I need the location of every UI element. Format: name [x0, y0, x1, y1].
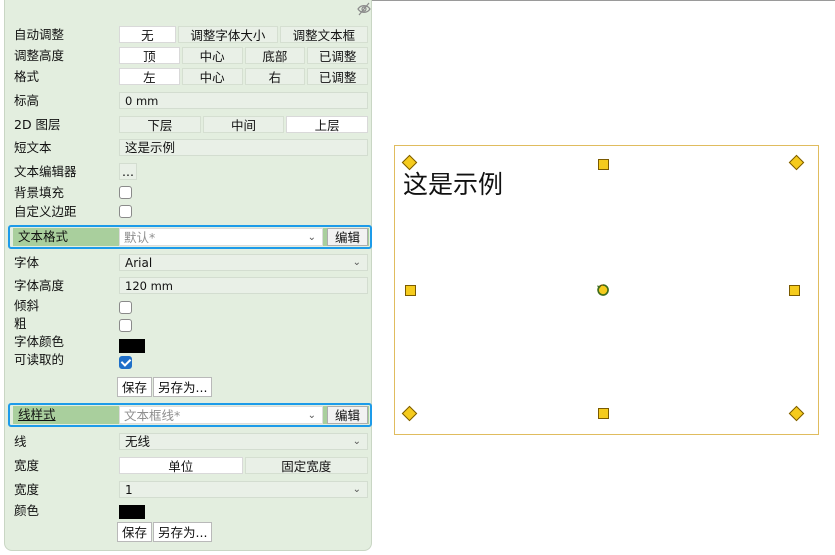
adjust-height-label: 调整高度 — [14, 48, 65, 63]
custom-margin-checkbox[interactable] — [119, 205, 132, 218]
adjust-height-center[interactable]: 中心 — [181, 47, 243, 64]
layer-2d-label: 2D 图层 — [14, 117, 61, 132]
italic-row: 倾斜 — [9, 297, 369, 315]
top-divider — [372, 0, 835, 1]
width-mode-row: 宽度 单位 固定宽度 — [9, 457, 369, 475]
background-fill-label: 背景填充 — [14, 185, 65, 200]
elevation-label: 标高 — [14, 93, 40, 108]
line-style-highlight — [8, 403, 372, 427]
line-row: 线 无线 ⌄ — [9, 433, 369, 451]
width-mode-label: 宽度 — [14, 458, 40, 473]
layer-2d-lower[interactable]: 下层 — [119, 116, 201, 133]
line-dropdown[interactable]: 无线 ⌄ — [119, 433, 368, 450]
font-color-row: 字体颜色 — [9, 333, 369, 353]
layer-2d-upper[interactable]: 上层 — [286, 116, 369, 133]
width-label: 宽度 — [14, 482, 40, 497]
edge-handle-left[interactable] — [405, 285, 416, 296]
format-row: 格式 左 中心 右 已调整 — [9, 68, 369, 86]
width-value: 1 — [125, 483, 133, 497]
font-height-label: 字体高度 — [14, 278, 65, 293]
width-mode-unit[interactable]: 单位 — [119, 457, 243, 474]
auto-adjust-options: 无 调整字体大小 调整文本框 — [119, 26, 369, 43]
text-editor-row: 文本编辑器 ... — [9, 163, 369, 181]
custom-margin-label: 自定义边距 — [14, 204, 77, 219]
short-text-row: 短文本 这是示例 — [9, 139, 369, 157]
format-left[interactable]: 左 — [119, 68, 180, 85]
layer-2d-options: 下层 中间 上层 — [119, 116, 369, 133]
format-center[interactable]: 中心 — [181, 68, 243, 85]
format-justified[interactable]: 已调整 — [307, 68, 368, 85]
line-value: 无线 — [125, 434, 151, 449]
font-color-label: 字体颜色 — [14, 334, 65, 349]
layer-2d-row: 2D 图层 下层 中间 上层 — [9, 116, 369, 134]
auto-adjust-font-size[interactable]: 调整字体大小 — [177, 26, 278, 43]
line-style-save-group: 保存 另存为... — [117, 522, 213, 542]
readable-row: 可读取的 — [9, 351, 369, 369]
color-label: 颜色 — [14, 503, 40, 518]
text-editor-button[interactable]: ... — [119, 163, 137, 180]
line-label: 线 — [14, 434, 27, 449]
chevron-down-icon: ⌄ — [352, 436, 361, 447]
edge-handle-right[interactable] — [789, 285, 800, 296]
italic-checkbox[interactable] — [119, 301, 132, 314]
text-box-content[interactable]: 这是示例 — [403, 170, 503, 200]
rotate-handle-icon[interactable] — [595, 282, 611, 298]
edge-handle-bottom[interactable] — [598, 408, 609, 419]
width-row: 宽度 1 ⌄ — [9, 481, 369, 499]
width-mode-options: 单位 固定宽度 — [119, 457, 368, 474]
background-fill-row: 背景填充 — [9, 184, 369, 202]
line-color-swatch[interactable] — [119, 505, 145, 519]
format-label: 格式 — [14, 69, 40, 84]
adjust-height-options: 顶 中心 底部 已调整 — [119, 47, 368, 64]
width-dropdown[interactable]: 1 ⌄ — [119, 481, 368, 498]
font-label: 字体 — [14, 255, 40, 270]
format-options: 左 中心 右 已调整 — [119, 68, 368, 85]
text-editor-label: 文本编辑器 — [14, 164, 77, 179]
save-as-button[interactable]: 另存为... — [153, 377, 213, 397]
adjust-height-row: 调整高度 顶 中心 底部 已调整 — [9, 47, 369, 65]
readable-label: 可读取的 — [14, 352, 65, 367]
adjust-height-bottom[interactable]: 底部 — [244, 47, 306, 64]
color-row: 颜色 — [9, 502, 369, 520]
bold-checkbox[interactable] — [119, 319, 132, 332]
auto-adjust-row: 自动调整 无 调整字体大小 调整文本框 — [9, 26, 369, 44]
adjust-height-justified[interactable]: 已调整 — [307, 47, 368, 64]
bold-row: 粗 — [9, 315, 369, 333]
chevron-down-icon: ⌄ — [352, 257, 361, 268]
save-button[interactable]: 保存 — [117, 377, 153, 397]
elevation-row: 标高 0 mm — [9, 92, 369, 110]
adjust-height-top[interactable]: 顶 — [119, 47, 180, 64]
format-right[interactable]: 右 — [244, 68, 306, 85]
save-button[interactable]: 保存 — [117, 522, 153, 542]
layer-2d-middle[interactable]: 中间 — [202, 116, 285, 133]
short-text-field[interactable]: 这是示例 — [119, 139, 368, 156]
visibility-off-icon[interactable] — [356, 1, 372, 17]
font-height-row: 字体高度 120 mm — [9, 277, 369, 295]
width-mode-fixed[interactable]: 固定宽度 — [244, 457, 368, 474]
readable-checkbox[interactable] — [119, 356, 132, 369]
text-format-save-group: 保存 另存为... — [117, 377, 213, 397]
edge-handle-top[interactable] — [598, 159, 609, 170]
auto-adjust-none[interactable]: 无 — [119, 26, 176, 43]
font-value: Arial — [125, 256, 153, 270]
background-fill-checkbox[interactable] — [119, 186, 132, 199]
elevation-field[interactable]: 0 mm — [119, 92, 368, 109]
bold-label: 粗 — [14, 316, 27, 331]
auto-adjust-text-box[interactable]: 调整文本框 — [279, 26, 369, 43]
italic-label: 倾斜 — [14, 298, 40, 313]
short-text-label: 短文本 — [14, 140, 52, 155]
custom-margin-row: 自定义边距 — [9, 203, 369, 221]
chevron-down-icon: ⌄ — [352, 484, 361, 495]
font-dropdown[interactable]: Arial ⌄ — [119, 254, 368, 271]
save-as-button[interactable]: 另存为... — [153, 522, 213, 542]
font-height-field[interactable]: 120 mm — [119, 277, 368, 294]
text-format-highlight — [8, 225, 372, 249]
auto-adjust-label: 自动调整 — [14, 27, 65, 42]
properties-panel: 自动调整 无 调整字体大小 调整文本框 调整高度 顶 中心 底部 已调整 格式 … — [4, 0, 372, 551]
font-row: 字体 Arial ⌄ — [9, 254, 369, 272]
